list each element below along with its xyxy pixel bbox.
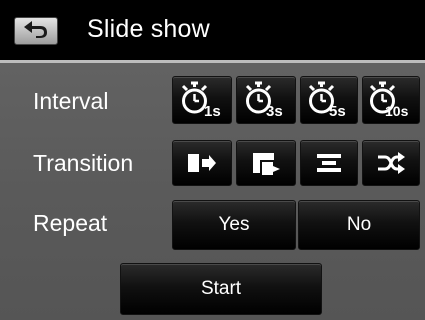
- svg-text:5s: 5s: [329, 103, 346, 119]
- svg-text:3s: 3s: [266, 103, 283, 119]
- slideshow-screen: Slide show Interval 1s 3s 5s 10s Transit…: [0, 0, 425, 320]
- start-label: Start: [200, 278, 242, 299]
- slide-in-icon: [185, 151, 219, 175]
- transition-random-button[interactable]: [362, 140, 420, 186]
- repeat-no-button[interactable]: No: [298, 200, 420, 250]
- timer-10s-icon: 10s: [368, 81, 414, 119]
- interval-1s-button[interactable]: 1s: [172, 76, 232, 124]
- transition-corner-button[interactable]: [236, 140, 296, 186]
- repeat-label: Repeat: [33, 210, 108, 236]
- interval-label: Interval: [33, 88, 109, 114]
- timer-3s-icon: 3s: [244, 81, 288, 119]
- repeat-yes-button[interactable]: Yes: [172, 200, 296, 250]
- return-arrow-icon: [23, 20, 49, 43]
- back-button[interactable]: [14, 17, 58, 45]
- repeat-no-label: No: [346, 214, 372, 235]
- interval-10s-button[interactable]: 10s: [362, 76, 420, 124]
- svg-text:10s: 10s: [385, 103, 409, 119]
- timer-5s-icon: 5s: [307, 81, 351, 119]
- transition-slide-button[interactable]: [172, 140, 232, 186]
- interval-5s-button[interactable]: 5s: [300, 76, 358, 124]
- svg-text:1s: 1s: [204, 103, 221, 119]
- corner-wipe-icon: [249, 150, 283, 176]
- title-bar: Slide show: [0, 0, 425, 60]
- timer-1s-icon: 1s: [180, 81, 224, 119]
- transition-label: Transition: [33, 150, 134, 176]
- transition-bars-button[interactable]: [300, 140, 358, 186]
- horizontal-bars-icon: [314, 151, 344, 175]
- page-title: Slide show: [87, 15, 210, 43]
- title-divider: [0, 60, 425, 63]
- repeat-yes-label: Yes: [218, 214, 250, 235]
- interval-3s-button[interactable]: 3s: [236, 76, 296, 124]
- shuffle-icon: [376, 151, 406, 175]
- start-button[interactable]: Start: [120, 263, 322, 315]
